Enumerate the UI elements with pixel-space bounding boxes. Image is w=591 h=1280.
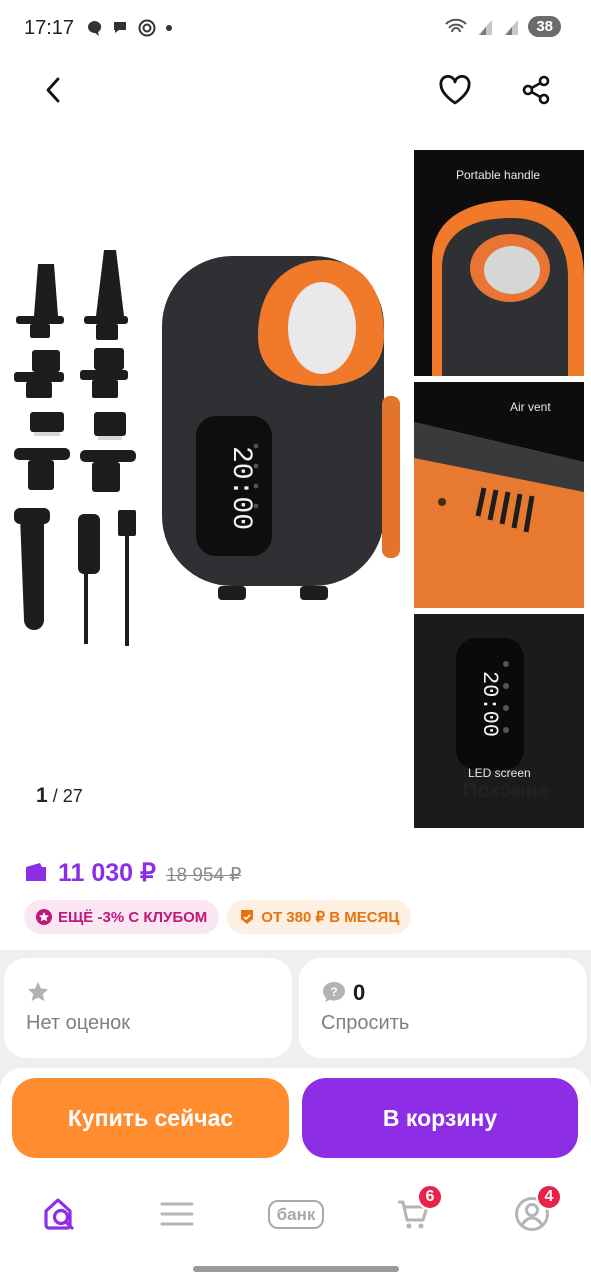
led-display-reading: 20:00	[477, 671, 502, 737]
profile-badge: 4	[536, 1184, 562, 1210]
tab-home-search[interactable]	[36, 1190, 84, 1238]
rating-label: Нет оценок	[26, 1012, 131, 1034]
club-discount-label: ЕЩЁ -3% С КЛУБОМ	[58, 908, 208, 926]
price-row: 11 030 ₽ 18 954 ₽	[24, 858, 241, 888]
club-discount-chip[interactable]: ЕЩЁ -3% С КЛУБОМ	[24, 900, 220, 934]
questions-count: 0	[353, 980, 366, 1005]
bottom-nav: банк 6 4	[0, 1172, 591, 1280]
signal-icon	[504, 19, 519, 35]
similar-products-link[interactable]: Похожие	[463, 780, 549, 803]
vent-photo	[414, 422, 584, 608]
target-icon	[138, 19, 156, 37]
pump-display-reading: 20:00	[225, 446, 256, 530]
buy-now-button[interactable]: Купить сейчас	[12, 1078, 289, 1158]
share-button[interactable]	[514, 68, 558, 112]
installment-chip[interactable]: ОТ 380 ₽ В МЕСЯЦ	[227, 900, 412, 934]
led-screen-photo: 20:00	[414, 614, 584, 840]
price-card: 11 030 ₽ 18 954 ₽ ЕЩЁ -3% С КЛУБОМ ОТ 38…	[0, 828, 591, 950]
chat-icon	[88, 21, 102, 36]
handle-photo	[432, 200, 584, 376]
questions-card[interactable]: ? 0 Спросить	[299, 958, 587, 1058]
cart-badge: 6	[417, 1184, 443, 1210]
top-nav	[0, 60, 591, 120]
thumbnail-label: Portable handle	[456, 168, 541, 182]
status-icons-left	[86, 19, 174, 37]
status-time: 17:17	[24, 16, 75, 39]
thumbnail-portable-handle[interactable]: Portable handle	[414, 150, 584, 376]
chevron-left-icon	[46, 77, 60, 103]
signal-icon	[478, 19, 493, 35]
thumbnail-label: LED screen	[468, 766, 531, 780]
search-home-icon	[44, 1198, 74, 1230]
image-counter: 1 / 27	[36, 784, 83, 808]
dot-icon	[166, 25, 173, 31]
tab-catalog[interactable]	[153, 1190, 201, 1238]
bank-icon: банк	[267, 1199, 325, 1229]
share-icon	[522, 75, 550, 105]
tab-bank[interactable]: банк	[256, 1190, 336, 1238]
tab-cart[interactable]: 6	[389, 1184, 443, 1238]
product-main-image[interactable]: 20:00	[0, 150, 408, 740]
image-counter-total: / 27	[52, 786, 83, 806]
promo-chips: ЕЩЁ -3% С КЛУБОМ ОТ 380 ₽ В МЕСЯЦ	[24, 900, 412, 934]
question-bubble-icon: ?	[323, 982, 345, 1002]
star-icon	[28, 982, 48, 1002]
svg-text:?: ?	[330, 985, 337, 999]
battery-indicator: 38	[528, 16, 561, 37]
air-pump-illustration: 20:00	[14, 250, 400, 646]
old-price: 18 954 ₽	[165, 865, 242, 886]
heart-icon	[439, 75, 471, 105]
image-counter-current: 1	[36, 784, 48, 807]
status-bar: 17:17 38	[0, 0, 591, 56]
thumbnail-strip: Portable handle Air vent 20:00 LED scree…	[414, 150, 584, 846]
back-button[interactable]	[32, 68, 76, 112]
thumbnail-air-vent[interactable]: Air vent	[414, 382, 584, 608]
current-price: 11 030 ₽	[58, 859, 156, 887]
favorite-button[interactable]	[433, 68, 477, 112]
installment-label: ОТ 380 ₽ В МЕСЯЦ	[261, 909, 400, 926]
ask-label: Спросить	[321, 1012, 410, 1034]
thumbnail-label: Air vent	[510, 400, 551, 414]
home-indicator[interactable]	[193, 1266, 399, 1272]
action-bar: Купить сейчас В корзину	[0, 1068, 591, 1172]
product-gallery[interactable]: 20:00 Portable handle Air vent 20:00 LED…	[0, 150, 591, 840]
club-star-icon	[36, 909, 52, 925]
menu-icon	[160, 1202, 194, 1226]
rating-card[interactable]: Нет оценок	[4, 958, 292, 1058]
installment-shield-icon	[241, 910, 254, 924]
chat-bubbles-icon	[114, 22, 127, 33]
status-icons-right: 38	[444, 16, 561, 37]
tab-profile[interactable]: 4	[508, 1184, 562, 1238]
thumbnail-led-screen[interactable]: 20:00 LED screen	[414, 614, 584, 840]
wifi-icon	[445, 18, 468, 32]
add-to-cart-button[interactable]: В корзину	[302, 1078, 578, 1158]
wallet-icon	[26, 863, 46, 881]
